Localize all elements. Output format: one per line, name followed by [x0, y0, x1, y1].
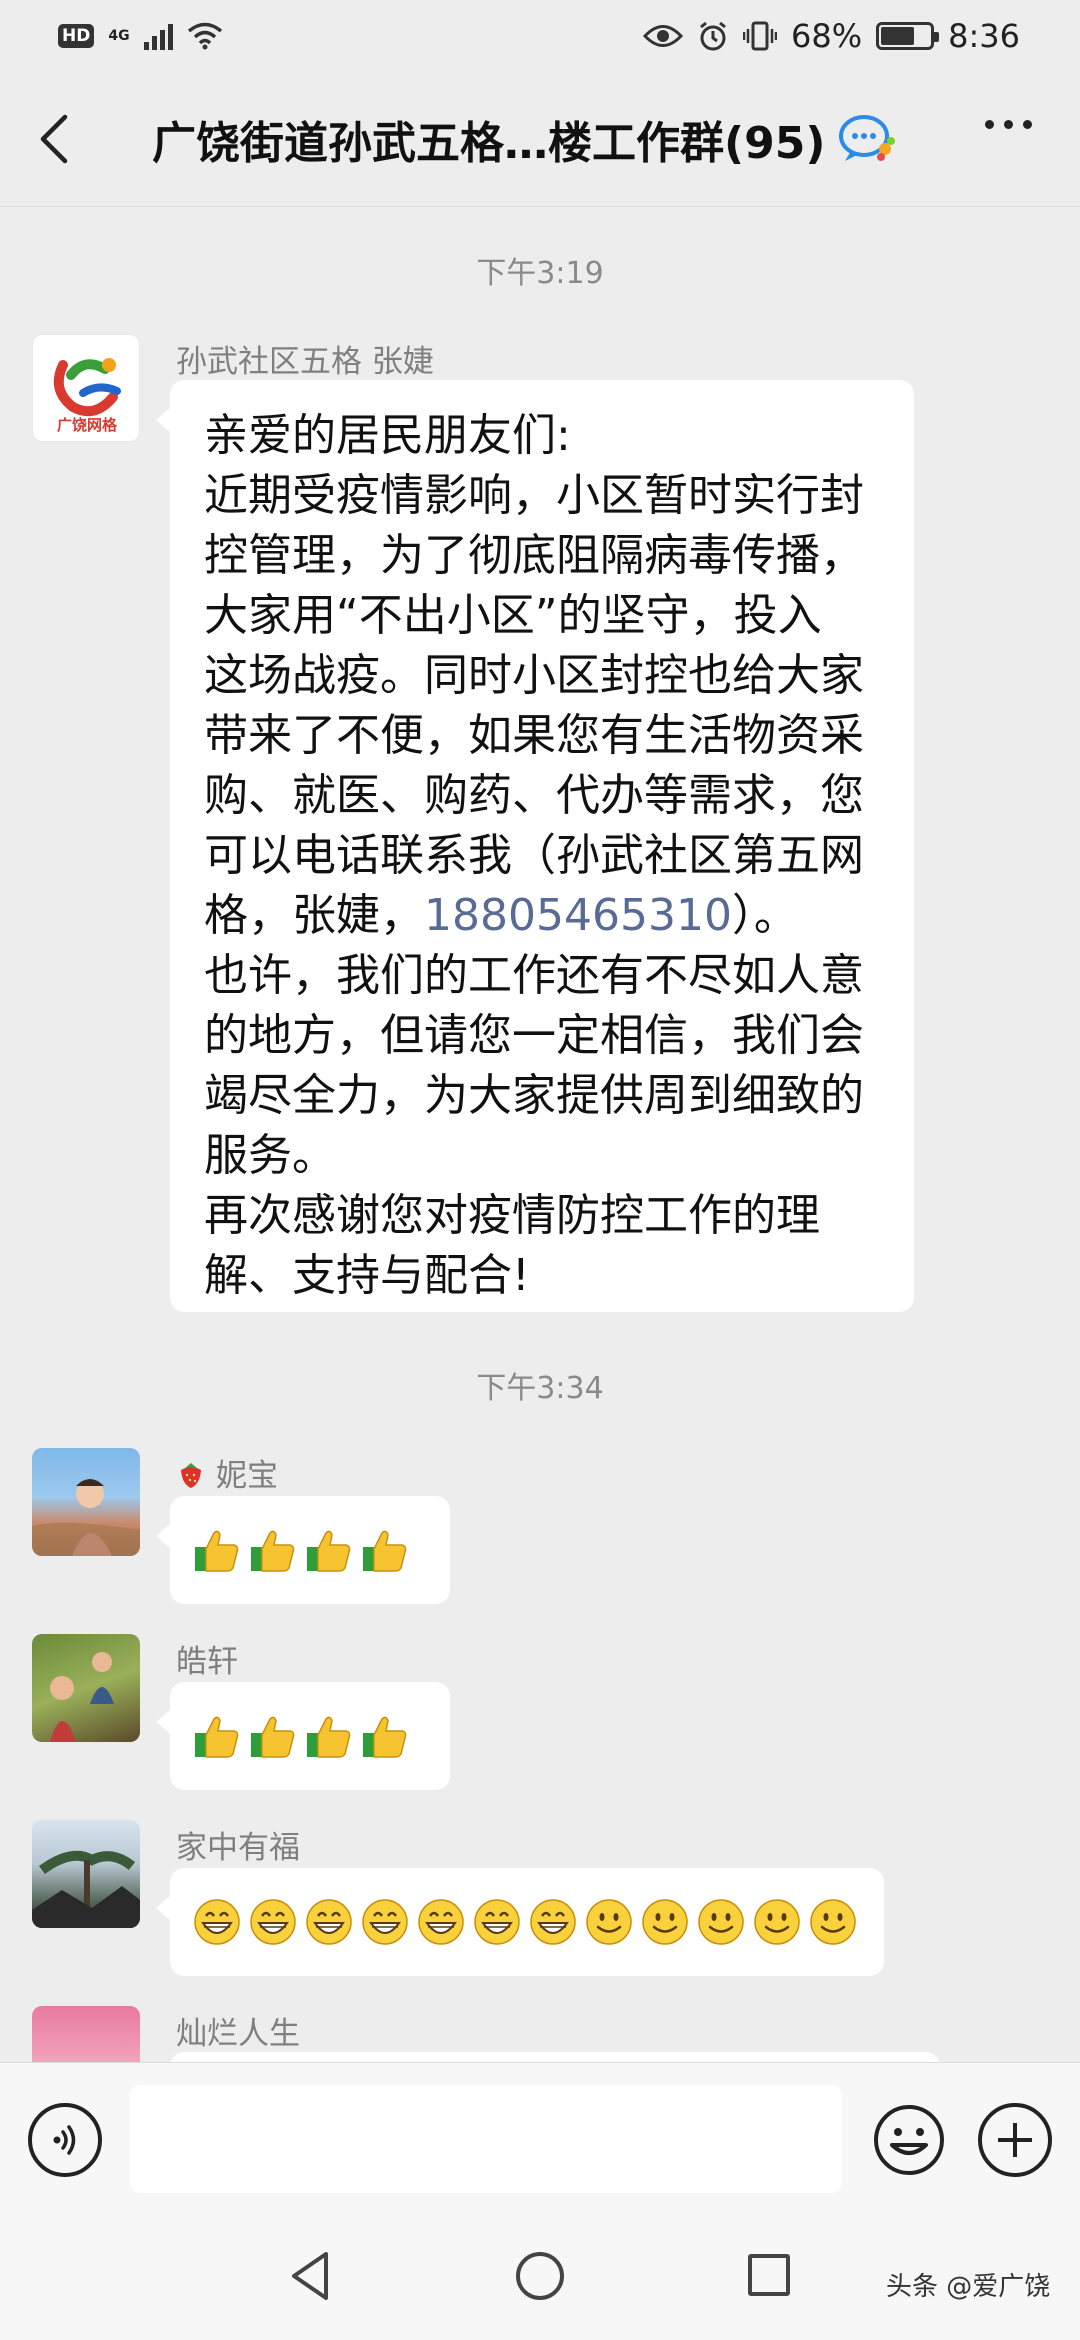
more-dot-icon — [1004, 120, 1013, 129]
message-line: 可以电话联系我（孙武社区第五网 — [204, 830, 864, 881]
message-line: 亲爱的居民朋友们: — [204, 410, 571, 461]
thumbs-up-icon — [251, 1716, 295, 1758]
sender-name: 妮宝 — [216, 1458, 278, 1494]
avatar[interactable] — [32, 1448, 140, 1556]
emoji-button[interactable] — [872, 2103, 946, 2177]
grin-icon — [362, 1899, 408, 1945]
strawberry-icon — [181, 1463, 201, 1488]
message-line: 购、就医、购药、代办等需求，您 — [204, 770, 864, 821]
message-line: 也许，我们的工作还有不尽如人意 — [204, 950, 864, 1001]
emoji-row — [192, 1894, 862, 1950]
grin-icon — [250, 1899, 296, 1945]
avatar[interactable] — [32, 1820, 140, 1928]
chat-header: 广饶街道孙武五格…楼工作群(95) — [0, 72, 1080, 207]
thumbs-up-icon — [195, 1530, 239, 1572]
message-bubble[interactable] — [156, 1682, 450, 1790]
thumbs-up-icon — [363, 1716, 407, 1758]
message-item: 家中有福 — [32, 1820, 1048, 1990]
child-photo-icon — [32, 1479, 140, 1556]
emoji-row — [192, 1708, 428, 1764]
nav-home-button[interactable] — [516, 2252, 564, 2300]
signal-icon — [143, 22, 173, 50]
battery-icon — [876, 22, 940, 50]
message-item: 灿烂人生 — [32, 2006, 1048, 2062]
message-item: 广饶网格 孙武社区五格 张婕 亲爱的居民朋友们: 近期受疫情影响，小区暂时实行封… — [32, 334, 1048, 1314]
message-line: 带来了不便，如果您有生活物资采 — [204, 710, 864, 761]
message-line: 再次感谢您对疫情防控工作的理 — [204, 1190, 820, 1241]
more-functions-button[interactable] — [978, 2103, 1052, 2177]
message-line-with-phone: 格，张婕，18805465310）。 — [204, 886, 880, 946]
message-bubble[interactable] — [156, 1868, 884, 1976]
message-line: 解、支持与配合! — [204, 1250, 530, 1301]
grin-icon — [418, 1899, 464, 1945]
nav-recents-button[interactable] — [748, 2254, 790, 2296]
smile-icon — [698, 1899, 744, 1945]
smile-icon — [810, 1899, 856, 1945]
chat-title: 广饶街道孙武五格…楼工作群(95) — [152, 118, 826, 169]
sender-name: 灿烂人生 — [176, 2016, 300, 2052]
message-bubble[interactable] — [170, 2052, 940, 2062]
sender-name: 皓轩 — [176, 1644, 238, 1680]
thumbs-up-icon — [195, 1716, 239, 1758]
message-line: 竭尽全力，为大家提供周到细致的 — [204, 1070, 864, 1121]
thumbs-up-icon — [251, 1530, 295, 1572]
back-button[interactable] — [0, 72, 110, 207]
message-timestamp: 下午3:19 — [476, 256, 604, 291]
sender-name-row: 妮宝 — [176, 1450, 278, 1495]
phone-number-link[interactable]: 18805465310 — [424, 890, 732, 941]
chevron-left-icon — [40, 114, 68, 164]
voice-icon — [53, 2125, 76, 2155]
status-bar: HD 4G 68% 8:36 — [0, 0, 1080, 72]
message-item: 皓轩 — [32, 1634, 1048, 1794]
grin-icon — [194, 1899, 240, 1945]
alarm-icon — [700, 21, 726, 51]
sender-name: 孙武社区五格 张婕 — [176, 344, 434, 380]
avatar[interactable] — [32, 1634, 140, 1742]
message-line: 服务。 — [204, 1130, 336, 1181]
message-timestamp: 下午3:34 — [476, 1371, 604, 1406]
vibrate-icon — [743, 21, 778, 51]
avatar-caption: 广饶网格 — [56, 416, 117, 434]
grin-icon — [474, 1899, 520, 1945]
smile-icon — [642, 1899, 688, 1945]
message-line: 大家用“不出小区”的坚守，投入 — [204, 590, 822, 641]
message-line: 这场战疫。同时小区封控也给大家 — [204, 650, 864, 701]
message-text: 格，张婕， — [204, 890, 424, 941]
watermark: 头条 @爱广饶 — [886, 2272, 1051, 2302]
grin-icon — [306, 1899, 352, 1945]
avatar[interactable] — [32, 2006, 140, 2062]
more-options-button[interactable] — [985, 120, 1032, 129]
network-type: 4G — [108, 28, 130, 44]
voice-input-button[interactable] — [28, 2103, 102, 2177]
group-chat-icon — [839, 115, 896, 161]
thumbs-up-icon — [307, 1716, 351, 1758]
grin-icon — [530, 1899, 576, 1945]
eye-icon — [643, 25, 684, 47]
wifi-icon — [187, 22, 222, 50]
sender-name: 家中有福 — [176, 1830, 300, 1866]
input-bar — [0, 2062, 1080, 2218]
message-line: 的地方，但请您一定相信，我们会 — [204, 1010, 864, 1061]
more-dot-icon — [1023, 120, 1032, 129]
pine-landscape-icon — [32, 1850, 140, 1928]
message-input[interactable] — [130, 2085, 842, 2193]
battery-percent: 68% — [791, 17, 863, 55]
avatar[interactable]: 广饶网格 — [32, 334, 140, 442]
emoji-row — [192, 1522, 428, 1578]
smile-icon — [754, 1899, 800, 1945]
thumbs-up-icon — [363, 1530, 407, 1572]
clock: 8:36 — [948, 17, 1020, 55]
message-bubble[interactable]: 亲爱的居民朋友们: 近期受疫情影响，小区暂时实行封 控管理，为了彻底阻隔病毒传播… — [156, 380, 914, 1312]
more-dot-icon — [985, 120, 994, 129]
message-line: 控管理，为了彻底阻隔病毒传播， — [204, 530, 864, 581]
message-text: ）。 — [731, 890, 798, 941]
hd-badge: HD — [58, 24, 95, 48]
smile-icon — [586, 1899, 632, 1945]
thumbs-up-icon — [307, 1530, 351, 1572]
message-line: 近期受疫情影响，小区暂时实行封 — [204, 470, 864, 521]
message-bubble[interactable] — [156, 1496, 450, 1604]
message-item: 妮宝 — [32, 1448, 1048, 1608]
kids-photo-icon — [50, 1652, 114, 1742]
nav-back-button[interactable] — [288, 2250, 332, 2302]
